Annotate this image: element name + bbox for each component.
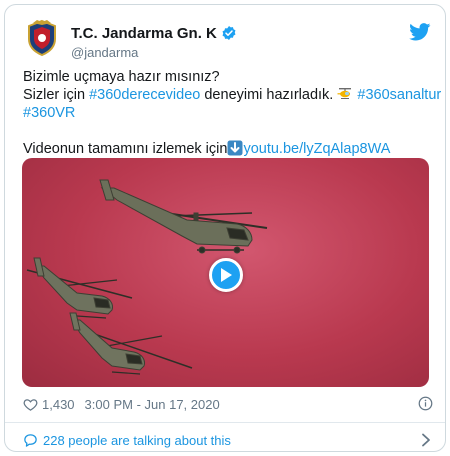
verified-badge-icon: [222, 26, 236, 40]
speech-bubble-icon: [24, 433, 37, 447]
conversation-label: 228 people are talking about this: [43, 432, 231, 448]
avatar[interactable]: [23, 19, 61, 57]
helicopter-large: [99, 179, 268, 254]
tweet-line-4-prefix: Videonun tamamını izlemek için: [23, 141, 228, 157]
like-count[interactable]: 1,430: [42, 397, 75, 412]
tweet-line-2-mid: deneyimi hazırladık.: [200, 87, 334, 103]
heart-icon[interactable]: [23, 397, 38, 412]
divider: [5, 422, 445, 423]
video-link[interactable]: youtu.be/lyZqAlap8WA: [243, 141, 390, 157]
video-player[interactable]: [22, 158, 429, 387]
tweet-text: Bizimle uçmaya hazır mısınız? Sizler içi…: [23, 68, 441, 158]
hashtag-360vr[interactable]: #360VR: [23, 105, 75, 121]
helicopter-small: [69, 312, 193, 375]
timestamp[interactable]: 3:00 PM - Jun 17, 2020: [85, 397, 220, 412]
hashtag-360sanaltur[interactable]: #360sanaltur: [357, 87, 441, 103]
account-name[interactable]: T.C. Jandarma Gn. K: [71, 25, 217, 42]
play-button[interactable]: [209, 258, 243, 292]
account-handle[interactable]: @jandarma: [71, 45, 237, 60]
jandarma-emblem-icon: [28, 19, 56, 57]
tweet-meta: 1,430 3:00 PM - Jun 17, 2020: [23, 394, 433, 414]
tweet-card: T.C. Jandarma Gn. K @jandarma Bizimle uç…: [4, 4, 446, 452]
tweet-line-1: Bizimle uçmaya hazır mısınız?: [23, 69, 220, 85]
tweet-line-2: Sizler için #360derecevideo deneyimi haz…: [23, 86, 441, 104]
tweet-line-3: #360VR: [23, 104, 433, 122]
conversation-link[interactable]: 228 people are talking about this: [23, 431, 433, 449]
helicopter-emoji-icon: [337, 88, 352, 99]
play-icon: [221, 268, 232, 282]
down-arrow-emoji-icon: [227, 140, 243, 156]
twitter-bird-icon[interactable]: [409, 23, 431, 41]
tweet-line-4: Videonun tamamını izlemek için youtu.be/…: [23, 140, 433, 158]
helicopter-middle: [26, 257, 133, 319]
tweet-header: T.C. Jandarma Gn. K @jandarma: [23, 19, 431, 63]
tweet-line-2-prefix: Sizler için: [23, 87, 90, 103]
tweet-gap: [23, 122, 433, 140]
account-names: T.C. Jandarma Gn. K @jandarma: [71, 23, 237, 60]
hashtag-360derecevideo[interactable]: #360derecevideo: [89, 87, 200, 103]
info-icon[interactable]: [418, 396, 433, 411]
chevron-right-icon: [422, 433, 430, 447]
